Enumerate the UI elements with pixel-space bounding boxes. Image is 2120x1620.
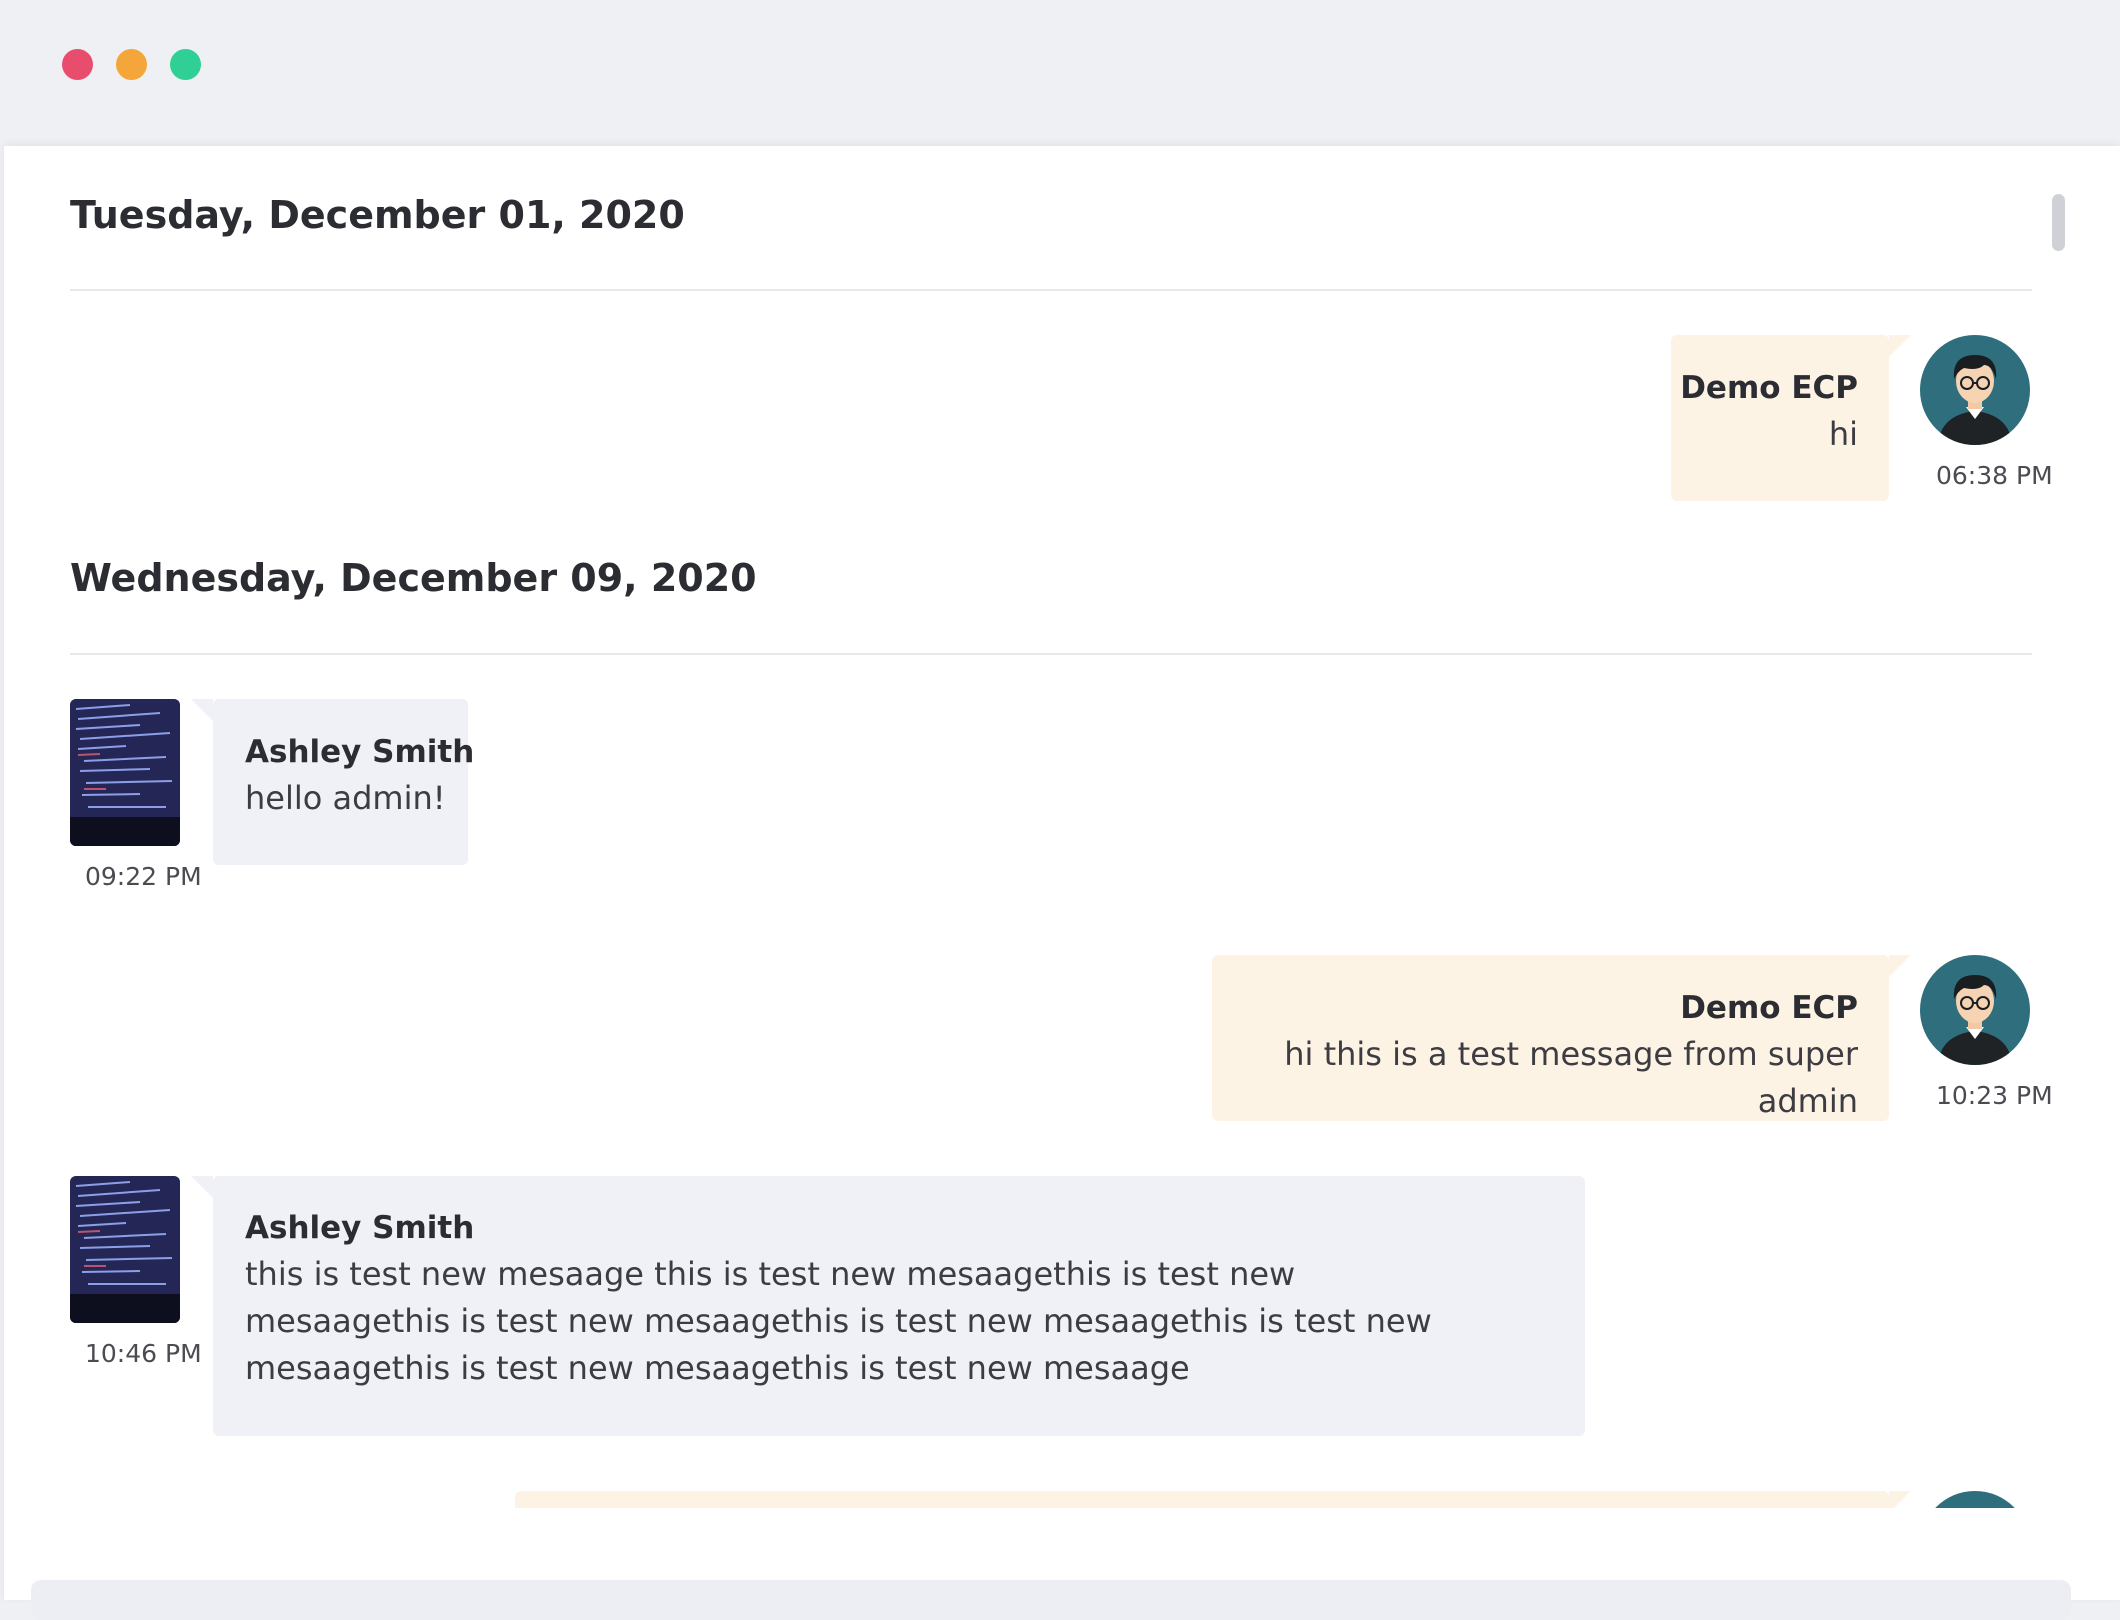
contact-avatar-icon[interactable] [70, 1176, 180, 1323]
message-sender: Ashley Smith [245, 1210, 475, 1246]
bubble-tail [191, 1176, 213, 1198]
message-bubble-outgoing[interactable]: Demo ECP hi this is a test message from … [1212, 955, 1911, 1121]
message-bubble-incoming[interactable]: Ashley Smith hello admin! [191, 699, 475, 865]
date-divider [70, 653, 2032, 655]
message-sender: Demo ECP [1680, 990, 1858, 1026]
message-time: 10:46 PM [85, 1339, 202, 1368]
user-avatar-icon[interactable] [1920, 335, 2030, 445]
date-divider [70, 289, 2032, 291]
bubble-tail [191, 699, 213, 721]
bubble-tail [1889, 1491, 1911, 1508]
message-sender: Ashley Smith [245, 734, 475, 770]
message-bubble-incoming[interactable]: Ashley Smith this is test new mesaage th… [191, 1176, 1585, 1436]
message-text: hi [1828, 415, 1858, 453]
message-list[interactable]: Tuesday, December 01, 2020 Demo ECP hi 0… [0, 0, 2120, 1508]
scrollbar-thumb[interactable] [2052, 194, 2065, 251]
message-time: 10:23 PM [1936, 1081, 2053, 1110]
message-bubble-outgoing[interactable] [515, 1491, 1911, 1508]
message-time: 09:22 PM [85, 862, 202, 891]
message-text: hi this is a test message from super adm… [1284, 1035, 1858, 1120]
message-time: 06:38 PM [1936, 461, 2053, 490]
date-header: Wednesday, December 09, 2020 [70, 556, 757, 600]
bubble-tail [1889, 335, 1911, 357]
bubble-tail [1889, 955, 1911, 977]
contact-avatar-icon[interactable] [70, 699, 180, 846]
user-avatar-icon[interactable] [1920, 1491, 2030, 1508]
message-text: hello admin! [245, 779, 446, 817]
date-header: Tuesday, December 01, 2020 [70, 193, 685, 237]
message-text: this is test new mesaage this is test ne… [245, 1255, 1432, 1387]
message-sender: Demo ECP [1680, 370, 1858, 406]
message-composer[interactable] [31, 1580, 2071, 1620]
user-avatar-icon[interactable] [1920, 955, 2030, 1065]
message-bubble-outgoing[interactable]: Demo ECP hi [1671, 335, 1911, 501]
